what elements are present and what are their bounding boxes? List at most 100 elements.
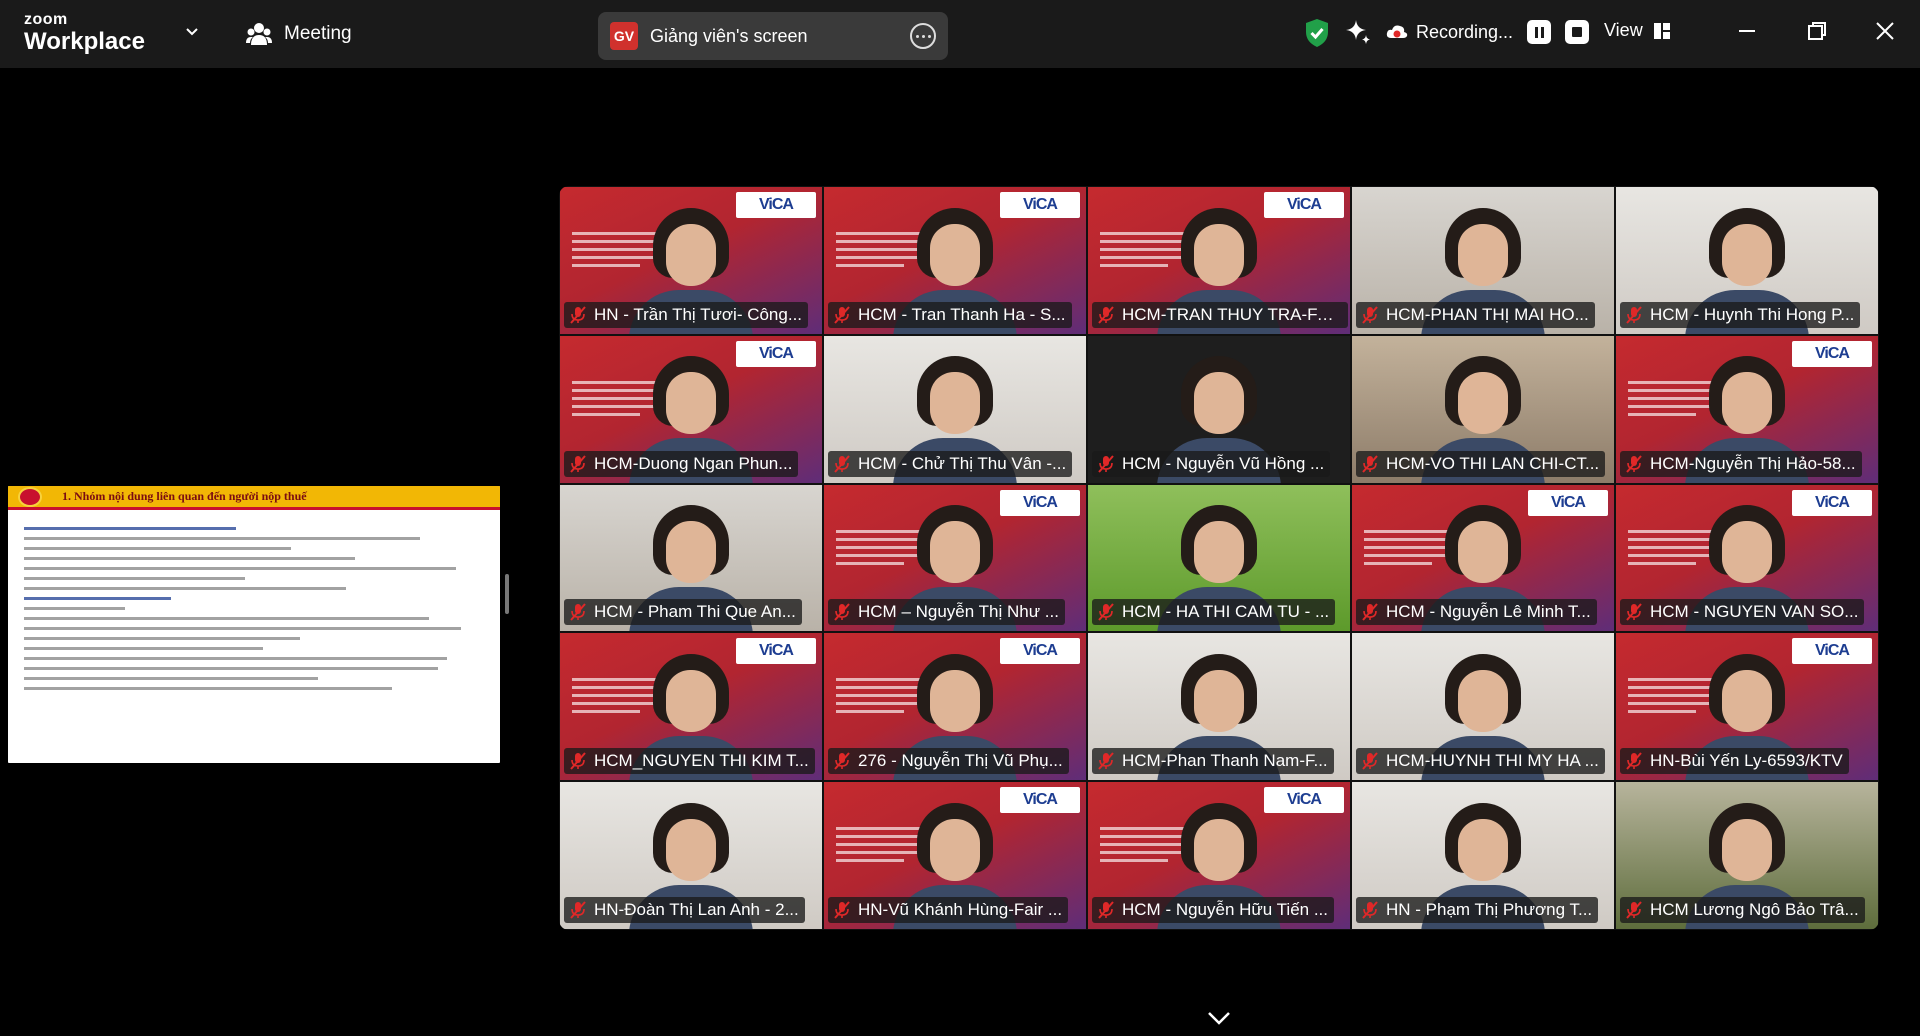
more-options-icon[interactable] <box>910 23 936 49</box>
stop-recording-button[interactable] <box>1565 20 1590 44</box>
participant-tile[interactable]: HCM Lương Ngô Bảo Trâ... <box>1615 781 1879 930</box>
vica-logo: ViCA <box>1792 638 1872 665</box>
participants-icon <box>246 23 272 45</box>
participant-nameplate: 276 - Nguyễn Thị Vũ Phụ... <box>828 748 1069 775</box>
participant-nameplate: HCM Lương Ngô Bảo Trâ... <box>1620 896 1865 923</box>
participant-tile[interactable]: ViCA HN - Trần Thị Tươi- Công... <box>559 186 823 335</box>
participant-video <box>1421 802 1545 929</box>
chevron-down-icon[interactable] <box>1206 1010 1232 1026</box>
participant-tile[interactable]: HCM - Huynh Thi Hong P... <box>1615 186 1879 335</box>
participant-nameplate: HN-Đoàn Thị Lan Anh - 2... <box>564 896 805 923</box>
participant-nameplate: HCM - Nguyễn Hữu Tiến ... <box>1092 896 1335 923</box>
participant-name: HCM_NGUYEN THI KIM T... <box>594 751 809 771</box>
recording-label: Recording... <box>1416 21 1514 42</box>
participant-video <box>1421 505 1545 632</box>
participant-name: HCM-Nguyễn Thị Hảo-58... <box>1650 453 1856 473</box>
participant-nameplate: HCM-PHAN THỊ MAI HO... <box>1356 301 1595 328</box>
participant-tile[interactable]: HN - Phạm Thị Phương T... <box>1351 781 1615 930</box>
participant-nameplate: HCM-Nguyễn Thị Hảo-58... <box>1620 450 1862 477</box>
security-shield-icon[interactable] <box>1304 18 1330 48</box>
participant-tile[interactable]: ViCA HCM - Nguyễn Lê Minh T... <box>1351 483 1615 633</box>
mic-muted-icon <box>1624 305 1644 325</box>
slide-body-text <box>8 510 500 707</box>
mic-muted-icon <box>568 454 588 474</box>
participant-video <box>893 653 1017 781</box>
participant-nameplate: HCM-HUYNH THI MY HA ... <box>1356 748 1605 775</box>
meeting-button[interactable]: Meeting <box>246 20 352 48</box>
participant-tile[interactable]: ViCA HCM-TRAN THUY TRA-FA... <box>1087 186 1351 335</box>
participant-tile[interactable]: HCM - Nguyễn Vũ Hồng ... <box>1087 334 1351 484</box>
shared-screen-thumbnail[interactable]: 1. Nhóm nội dung liên quan đến người nộp… <box>8 486 500 763</box>
ai-companion-sparkle-icon[interactable] <box>1344 18 1372 46</box>
mic-muted-icon <box>1096 602 1116 622</box>
participant-nameplate: HCM - Tran Thanh Ha - S... <box>828 301 1072 328</box>
participant-video <box>893 802 1017 929</box>
participant-tile[interactable]: ViCA HN-Vũ Khánh Hùng-Fair ... <box>823 781 1087 930</box>
mic-muted-icon <box>1096 305 1116 325</box>
mic-muted-icon <box>568 305 588 325</box>
restore-window-icon[interactable] <box>1804 18 1830 44</box>
participant-name: HCM - Huynh Thi Hong P... <box>1650 304 1855 324</box>
grid-view-icon <box>1653 22 1670 39</box>
participant-name: HCM - Pham Thi Que An... <box>594 602 796 622</box>
participant-nameplate: HCM - Chử Thị Thu Vân -... <box>828 450 1073 477</box>
participant-tile[interactable]: ViCA HCM_NGUYEN THI KIM T... <box>559 632 823 782</box>
participant-tile[interactable]: ViCA HN-Bùi Yến Ly-6593/KTV <box>1615 632 1879 782</box>
chevron-down-icon[interactable] <box>184 24 200 40</box>
mic-muted-icon <box>832 751 852 771</box>
participant-nameplate: HCM-VO THI LAN CHI-CT... <box>1356 450 1606 477</box>
participant-tile[interactable]: ViCA 276 - Nguyễn Thị Vũ Phụ... <box>823 632 1087 782</box>
mic-muted-icon <box>568 751 588 771</box>
participant-tile[interactable]: ViCA HCM - NGUYEN VAN SO... <box>1615 483 1879 633</box>
participant-nameplate: HCM - Nguyễn Vũ Hồng ... <box>1092 450 1331 477</box>
participant-tile[interactable]: HCM - Pham Thi Que An... <box>559 483 823 633</box>
participant-nameplate: HCM_NGUYEN THI KIM T... <box>564 748 815 775</box>
mic-muted-icon <box>832 602 852 622</box>
mic-muted-icon <box>1360 751 1380 771</box>
participant-tile[interactable]: ViCA HCM – Nguyễn Thị Như ... <box>823 483 1087 633</box>
brand-line-2: Workplace <box>24 28 145 55</box>
mic-muted-icon <box>1624 900 1644 920</box>
mic-muted-icon <box>1624 454 1644 474</box>
participant-tile[interactable]: HCM-PHAN THỊ MAI HO... <box>1351 186 1615 335</box>
participant-tile[interactable]: ViCA HCM-Duong Ngan Phun... <box>559 334 823 484</box>
participant-video <box>1157 356 1281 483</box>
participant-tile[interactable]: HCM - HA THI CAM TU - ... <box>1087 483 1351 633</box>
meeting-stage: 1. Nhóm nội dung liên quan đến người nộp… <box>0 68 1920 1036</box>
participant-video <box>893 356 1017 483</box>
participant-nameplate: HN - Trần Thị Tươi- Công... <box>564 301 809 328</box>
participant-video <box>1685 356 1809 483</box>
participant-name: HCM-Phan Thanh Nam-F... <box>1122 751 1328 771</box>
participant-tile[interactable]: ViCA HCM-Nguyễn Thị Hảo-58... <box>1615 334 1879 484</box>
participant-nameplate: HCM - Nguyễn Lê Minh T... <box>1356 599 1597 626</box>
slide-header: 1. Nhóm nội dung liên quan đến người nộp… <box>8 486 500 510</box>
participant-tile[interactable]: ViCA HCM - Nguyễn Hữu Tiến ... <box>1087 781 1351 930</box>
meeting-label: Meeting <box>284 23 352 44</box>
participant-tile[interactable]: ViCA HCM - Tran Thanh Ha - S... <box>823 186 1087 335</box>
participant-tile[interactable]: HCM-Phan Thanh Nam-F... <box>1087 632 1351 782</box>
participant-name: HCM - Nguyễn Lê Minh T... <box>1386 602 1591 622</box>
participant-nameplate: HCM-TRAN THUY TRA-FA... <box>1092 301 1348 328</box>
panel-resize-handle[interactable] <box>505 574 509 614</box>
participant-tile[interactable]: HCM-VO THI LAN CHI-CT... <box>1351 334 1615 484</box>
close-window-icon[interactable] <box>1872 18 1898 44</box>
participant-name: HN - Phạm Thị Phương T... <box>1386 899 1593 919</box>
participant-video <box>893 207 1017 334</box>
participant-tile[interactable]: HN-Đoàn Thị Lan Anh - 2... <box>559 781 823 930</box>
participant-tile[interactable]: HCM-HUYNH THI MY HA ... <box>1351 632 1615 782</box>
view-button[interactable]: View <box>1604 20 1671 41</box>
participant-name: HCM-TRAN THUY TRA-FA... <box>1122 304 1342 324</box>
participant-tile[interactable]: HCM - Chử Thị Thu Vân -... <box>823 334 1087 484</box>
mic-muted-icon <box>1360 602 1380 622</box>
participant-video <box>1421 207 1545 334</box>
screen-share-indicator[interactable]: GV Giảng viên's screen <box>598 12 948 60</box>
participant-name: HCM Lương Ngô Bảo Trâ... <box>1650 899 1859 919</box>
pause-recording-button[interactable] <box>1527 20 1552 44</box>
minimize-icon[interactable] <box>1734 18 1760 44</box>
vica-logo: ViCA <box>1000 638 1080 665</box>
participant-video <box>1685 505 1809 632</box>
emblem-icon <box>18 486 42 507</box>
participant-name: HCM - NGUYEN VAN SO... <box>1650 602 1859 622</box>
vica-logo: ViCA <box>1792 489 1872 516</box>
participant-video <box>1157 505 1281 632</box>
